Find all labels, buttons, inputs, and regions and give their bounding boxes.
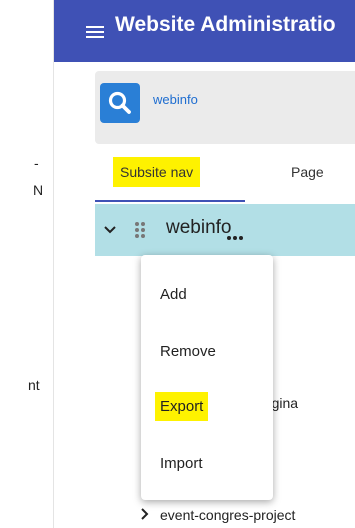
left-panel-fragment: - <box>34 155 39 171</box>
context-menu: Add Remove Export Import <box>141 255 273 500</box>
active-tab-indicator <box>95 200 245 202</box>
admin-main: Website Administratio webinfo Subsite na… <box>54 0 355 528</box>
tab-subsite-nav[interactable]: Subsite nav <box>95 148 245 200</box>
app-title: Website Administratio <box>115 13 336 36</box>
chevron-down-icon[interactable] <box>103 223 117 237</box>
site-name-link[interactable]: webinfo <box>153 92 198 107</box>
search-button[interactable] <box>100 83 140 123</box>
app-bar: Website Administratio <box>54 0 355 62</box>
left-panel-fragment: nt <box>28 377 40 393</box>
chevron-right-icon[interactable] <box>140 508 150 520</box>
site-header-card: webinfo <box>95 71 355 144</box>
tree-node-label: webinfo <box>166 217 232 238</box>
tree-node-root[interactable]: webinfo <box>95 204 355 256</box>
drag-handle-icon[interactable] <box>135 222 147 238</box>
search-icon <box>108 91 131 114</box>
tree-node-child[interactable]: event-congres-project <box>140 500 355 528</box>
more-options-icon[interactable] <box>227 227 245 245</box>
left-panel: - N nt <box>0 0 54 528</box>
tree-node-label: event-congres-project <box>160 507 296 523</box>
tab-pages[interactable]: Page <box>245 148 355 200</box>
menu-item-label: Remove <box>160 343 216 360</box>
menu-item-label: Export <box>155 392 209 421</box>
menu-item-add[interactable]: Add <box>141 267 273 323</box>
menu-item-export[interactable]: Export <box>141 379 273 435</box>
menu-item-remove[interactable]: Remove <box>141 324 273 380</box>
menu-item-import[interactable]: Import <box>141 436 273 492</box>
tab-label: Subsite nav <box>113 157 201 187</box>
left-panel-fragment: N <box>33 182 44 198</box>
menu-icon[interactable] <box>86 26 104 38</box>
tab-label: Page <box>291 164 324 180</box>
menu-item-label: Add <box>160 286 187 303</box>
tab-bar: Subsite nav Page <box>95 148 355 202</box>
menu-item-label: Import <box>160 455 203 472</box>
